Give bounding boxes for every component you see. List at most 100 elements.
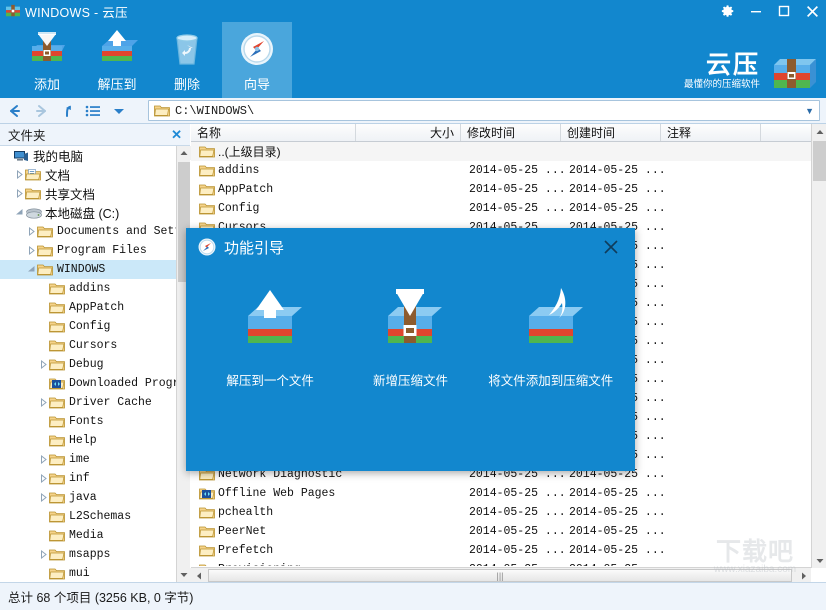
scroll-down-arrow-icon[interactable] [812, 553, 826, 568]
list-hscroll-thumb[interactable]: ||| [208, 569, 792, 582]
tree-item[interactable]: 本地磁盘 (C:) [0, 203, 176, 222]
wizard-option-add-to-archive[interactable]: 将文件添加到压缩文件 [481, 288, 621, 389]
chevron-right-icon[interactable] [38, 488, 49, 507]
close-icon[interactable]: ✕ [171, 127, 182, 143]
chevron-right-icon[interactable] [38, 393, 49, 412]
column-header[interactable]: 大小 [356, 124, 461, 141]
arrow-left-icon[interactable] [2, 99, 28, 123]
column-header[interactable]: 注释 [661, 124, 761, 141]
tree-item[interactable]: Program Files [0, 241, 176, 260]
chevron-right-icon[interactable] [38, 469, 49, 488]
tree-item[interactable]: inf [0, 469, 176, 488]
chevron-right-icon[interactable] [38, 450, 49, 469]
chevron-down-icon[interactable] [106, 99, 132, 123]
close-icon[interactable] [798, 0, 826, 22]
gear-icon[interactable] [714, 0, 742, 22]
chevron-right-icon[interactable] [26, 241, 37, 260]
tree-item[interactable]: 共享文档 [0, 184, 176, 203]
column-header[interactable]: 名称 [191, 124, 356, 141]
navigation-bar: C:\WINDOWS\ ▼ [0, 98, 826, 124]
tree-item[interactable]: Config [0, 317, 176, 336]
tree-item[interactable]: Help [0, 431, 176, 450]
recycle-bin-icon [163, 28, 211, 72]
tree-item-label: 我的电脑 [33, 150, 84, 164]
tree-item[interactable]: mui [0, 564, 176, 582]
chevron-down-icon[interactable] [14, 203, 25, 222]
tree-item-label: inf [69, 472, 90, 485]
toolbar-button-extract[interactable]: 解压到 [82, 22, 152, 98]
toolbar-label: 向导 [243, 77, 270, 92]
folder-icon [49, 529, 65, 543]
computer-icon [13, 149, 29, 163]
tree-item-label: Help [69, 434, 97, 447]
chevron-right-icon[interactable] [14, 184, 25, 203]
scroll-up-arrow-icon[interactable] [177, 146, 191, 160]
scroll-down-arrow-icon[interactable] [177, 568, 191, 582]
tree-twisty-placeholder [38, 564, 49, 582]
table-row[interactable]: addins 2014-05-25 ... 2014-05-25 ... [191, 161, 811, 180]
tree-item[interactable]: Media [0, 526, 176, 545]
table-row[interactable]: Config 2014-05-25 ... 2014-05-25 ... [191, 199, 811, 218]
column-header[interactable]: 修改时间 [461, 124, 561, 141]
tree-item[interactable]: Driver Cache [0, 393, 176, 412]
tree-item[interactable]: Cursors [0, 336, 176, 355]
chevron-right-icon[interactable] [14, 165, 25, 184]
tree-item[interactable]: Fonts [0, 412, 176, 431]
chevron-right-icon[interactable] [26, 222, 37, 241]
tree-item[interactable]: Debug [0, 355, 176, 374]
chevron-down-icon[interactable] [26, 260, 37, 279]
folder-icon [49, 282, 65, 296]
table-row[interactable]: PeerNet 2014-05-25 ... 2014-05-25 ... [191, 522, 811, 541]
list-view-icon[interactable] [80, 99, 106, 123]
tree-item[interactable]: AppPatch [0, 298, 176, 317]
file-name-cell: Config [191, 202, 356, 216]
toolbar-button-add[interactable]: 添加 [12, 22, 82, 98]
tree-item[interactable]: Downloaded Progr [0, 374, 179, 393]
chevron-right-icon[interactable] [38, 355, 49, 374]
compass-wizard-icon [233, 28, 281, 72]
file-name-label: ..(上级目录) [218, 145, 281, 159]
folder-tree-pane[interactable]: 我的电脑 文档 共享文档 本地磁盘 (C:) Documents and Setti Pr… [0, 146, 190, 582]
tree-item[interactable]: 文档 [0, 165, 176, 184]
table-row[interactable]: Prefetch 2014-05-25 ... 2014-05-25 ... [191, 541, 811, 560]
tree-item[interactable]: java [0, 488, 176, 507]
wizard-option-new-archive[interactable]: 新增压缩文件 [340, 288, 480, 389]
arrow-up-icon[interactable] [54, 99, 80, 123]
table-row[interactable]: ..(上级目录) [191, 142, 811, 161]
list-vertical-scrollbar[interactable] [811, 124, 826, 568]
toolbar-button-wizard[interactable]: 向导 [222, 22, 292, 98]
scroll-up-arrow-icon[interactable] [812, 124, 826, 139]
minimize-icon[interactable] [742, 0, 770, 22]
arrow-right-icon[interactable] [28, 99, 54, 123]
wizard-option-extract[interactable]: 解压到一个文件 [200, 288, 340, 389]
tree-item[interactable]: msapps [0, 545, 176, 564]
tree-item[interactable]: Documents and Setti [0, 222, 188, 241]
list-horizontal-scrollbar[interactable]: ||| [191, 567, 811, 582]
table-row[interactable]: AppPatch 2014-05-25 ... 2014-05-25 ... [191, 180, 811, 199]
folder-icon [49, 320, 65, 334]
address-bar[interactable]: C:\WINDOWS\ ▼ [148, 100, 820, 121]
chevron-down-icon[interactable]: ▼ [805, 106, 814, 116]
tree-item[interactable]: L2Schemas [0, 507, 176, 526]
table-row[interactable]: Provisioning 2014-05-25 ...2014-05-25 ... [191, 560, 811, 566]
table-row[interactable]: pchealth 2014-05-25 ... 2014-05-25 ... [191, 503, 811, 522]
file-created-cell: 2014-05-25 ... [569, 164, 666, 177]
toolbar-button-delete[interactable]: 删除 [152, 22, 222, 98]
maximize-icon[interactable] [770, 0, 798, 22]
tree-item[interactable]: WINDOWS [0, 260, 176, 279]
table-row[interactable]: Offline Web Pages 2014-05-25 ... 2014-05-2… [191, 484, 811, 503]
add-to-archive-icon [23, 28, 71, 72]
column-header[interactable]: 创建时间 [561, 124, 661, 141]
tree-twisty-placeholder [38, 336, 49, 355]
tree-item[interactable]: addins [0, 279, 176, 298]
tree-item[interactable]: 我的电脑 [0, 146, 176, 165]
main-toolbar: 添加 解压到 删除 向导 云压 最懂你的压缩软件 [0, 22, 826, 98]
tree-item[interactable]: ime [0, 450, 176, 469]
chevron-right-icon[interactable] [38, 545, 49, 564]
scroll-left-arrow-icon[interactable] [191, 568, 206, 583]
tree-item-label: Media [69, 529, 104, 542]
list-scroll-thumb[interactable] [813, 141, 826, 181]
file-name-cell: Prefetch [191, 544, 356, 558]
scroll-right-arrow-icon[interactable] [796, 568, 811, 583]
close-icon[interactable] [601, 237, 621, 257]
